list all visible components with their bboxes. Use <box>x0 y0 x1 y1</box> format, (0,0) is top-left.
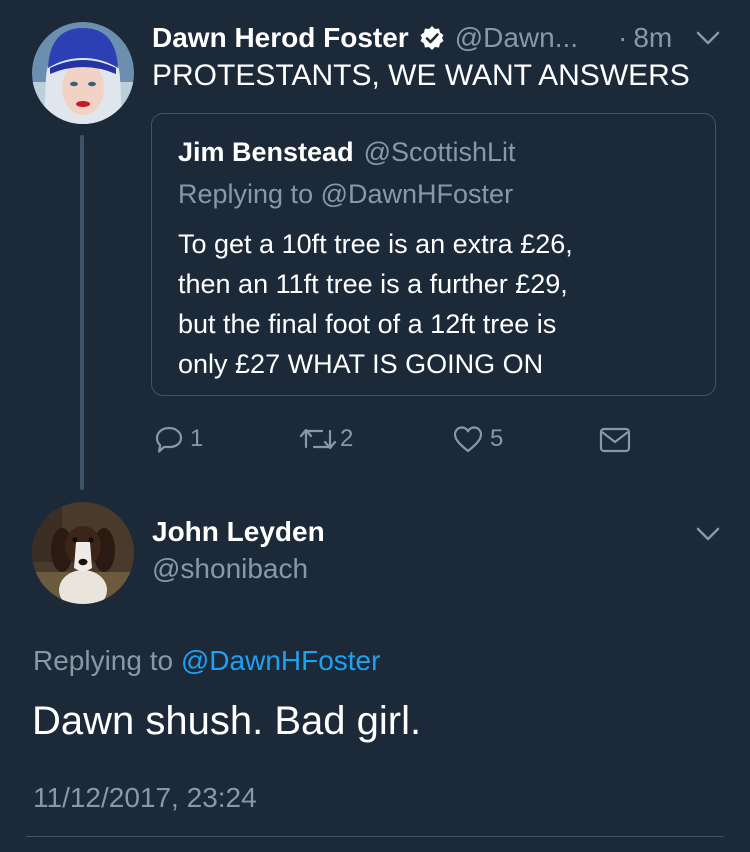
dog-avatar-icon <box>32 502 134 604</box>
reply-button[interactable]: 1 <box>154 424 203 454</box>
reply-icon <box>155 426 183 453</box>
reply-author-name[interactable]: John Leyden <box>152 514 325 550</box>
direct-message-button[interactable] <box>599 426 631 454</box>
chevron-down-icon <box>696 527 720 541</box>
verified-badge-icon <box>419 25 445 51</box>
reply-replying-line: Replying to @DawnHFoster <box>33 642 380 680</box>
quoted-text-line: only £27 WHAT IS GOING ON <box>178 349 544 379</box>
tweet-time-wrap: · 8m <box>618 18 672 58</box>
reply-text: Dawn shush. Bad girl. <box>32 699 422 743</box>
quoted-text-line: then an 11ft tree is a further £29, <box>178 269 568 299</box>
tweet-time[interactable]: 8m <box>633 22 672 54</box>
like-button[interactable]: 5 <box>452 424 503 454</box>
quoted-replying-line: Replying to @DawnHFoster <box>178 176 513 212</box>
chevron-down-icon <box>696 31 720 45</box>
reply-replying-label: Replying to <box>33 645 174 676</box>
retweet-icon <box>299 428 337 450</box>
quoted-author-name: Jim Benstead <box>178 136 354 167</box>
tweet-menu-button[interactable] <box>694 26 722 50</box>
reply-timestamp: 11/12/2017, 23:24 <box>33 782 257 813</box>
user-avatar-blue-hat-icon <box>32 22 134 124</box>
retweet-button[interactable]: 2 <box>298 424 353 454</box>
reply-replying-handle[interactable]: @DawnHFoster <box>181 645 381 676</box>
quoted-tweet-text: To get a 10ft tree is an extra £26, then… <box>178 224 573 384</box>
thread-connector-line <box>80 135 84 490</box>
author-avatar[interactable] <box>32 22 134 124</box>
reply-menu-button[interactable] <box>694 522 722 546</box>
like-count: 5 <box>490 425 504 452</box>
quoted-text-line: but the final foot of a 12ft tree is <box>178 309 557 339</box>
reply-author-handle[interactable]: @shonibach <box>152 551 308 587</box>
author-name[interactable]: Dawn Herod Foster <box>152 22 409 54</box>
reply-count: 1 <box>190 425 204 452</box>
author-handle[interactable]: @Dawn... <box>455 22 578 54</box>
quoted-author-handle: @ScottishLit <box>363 136 516 167</box>
retweet-count: 2 <box>340 425 354 452</box>
time-separator-dot: · <box>618 22 628 53</box>
quoted-replying-handle: @DawnHFoster <box>320 179 514 209</box>
bottom-divider <box>26 836 724 837</box>
quoted-tweet-header: Jim Benstead @ScottishLit <box>178 134 516 170</box>
reply-author-avatar[interactable] <box>32 502 134 604</box>
tweet-header: Dawn Herod Foster @Dawn... <box>152 18 578 58</box>
heart-icon <box>453 426 483 453</box>
tweet-text: PROTESTANTS, WE WANT ANSWERS <box>152 59 690 92</box>
quoted-replying-label: Replying to <box>178 179 314 209</box>
envelope-icon <box>599 427 631 453</box>
quoted-text-line: To get a 10ft tree is an extra £26, <box>178 229 573 259</box>
